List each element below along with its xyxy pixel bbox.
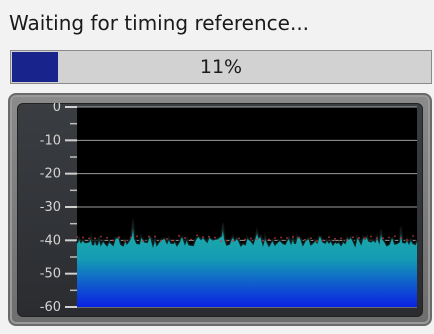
- peak-marker: [100, 235, 102, 238]
- peak-marker: [382, 237, 384, 240]
- peak-marker: [232, 239, 234, 242]
- peak-marker: [256, 238, 258, 241]
- peak-marker: [172, 239, 174, 242]
- peak-marker: [82, 236, 84, 239]
- peak-marker: [136, 235, 138, 238]
- peak-marker: [166, 238, 168, 240]
- peak-marker: [394, 235, 396, 238]
- peak-marker: [184, 237, 186, 239]
- progress-bar: 11%: [10, 50, 432, 84]
- peak-marker: [106, 236, 108, 239]
- scale-label: -40: [40, 233, 61, 248]
- peak-marker: [364, 237, 366, 240]
- peak-marker: [220, 240, 222, 242]
- peak-marker: [304, 238, 306, 241]
- peak-marker: [406, 239, 408, 241]
- peak-marker: [112, 239, 114, 242]
- peak-marker: [88, 237, 90, 240]
- peak-marker: [178, 234, 180, 237]
- peak-marker: [94, 237, 96, 240]
- peak-marker: [328, 236, 330, 238]
- scale-label: -60: [40, 300, 61, 315]
- peak-marker: [118, 236, 120, 239]
- peak-marker: [238, 237, 240, 240]
- app-root: Waiting for timing reference... 11% 0 -10…: [0, 0, 434, 334]
- peak-marker: [130, 236, 132, 239]
- peak-marker: [190, 238, 192, 241]
- peak-marker: [334, 237, 336, 240]
- peak-marker: [280, 236, 282, 239]
- spectrum-meter: 0 -10 -20 -30 -40 -50 -60: [40, 103, 418, 315]
- peak-marker: [388, 236, 390, 239]
- peak-marker: [358, 237, 360, 239]
- peak-marker: [148, 235, 150, 238]
- peak-marker: [208, 235, 210, 238]
- peak-marker: [274, 237, 276, 239]
- scale-label: 0: [53, 103, 61, 115]
- peak-marker: [160, 239, 162, 242]
- peak-marker: [202, 236, 204, 239]
- scale-label: -30: [40, 200, 61, 215]
- peak-marker: [196, 234, 198, 237]
- peak-marker: [214, 236, 216, 239]
- peak-marker: [298, 236, 300, 239]
- peak-marker: [322, 239, 324, 242]
- progress-label: 11%: [199, 56, 243, 78]
- peak-marker: [412, 235, 414, 237]
- scale-label: -50: [40, 267, 61, 282]
- peak-marker: [346, 239, 348, 241]
- peak-marker: [286, 237, 288, 239]
- peak-marker: [292, 236, 294, 238]
- scale-label: -20: [40, 167, 61, 182]
- peak-marker: [352, 236, 354, 239]
- meter-scale: 0 -10 -20 -30 -40 -50 -60: [40, 103, 77, 315]
- peak-marker: [340, 237, 342, 240]
- peak-marker: [262, 239, 264, 242]
- status-message: Waiting for timing reference...: [9, 11, 310, 35]
- peak-marker: [154, 235, 156, 238]
- peak-marker: [244, 238, 246, 241]
- peak-marker: [310, 237, 312, 240]
- peak-marker: [76, 236, 78, 238]
- peak-marker: [142, 240, 144, 242]
- scale-label: -10: [40, 133, 61, 148]
- peak-marker: [370, 235, 372, 238]
- peak-marker: [250, 237, 252, 240]
- peak-marker: [316, 240, 318, 243]
- peak-marker: [400, 237, 402, 239]
- peak-marker: [268, 238, 270, 241]
- peak-marker: [124, 240, 126, 242]
- peak-marker: [376, 237, 378, 240]
- peak-marker: [226, 239, 228, 242]
